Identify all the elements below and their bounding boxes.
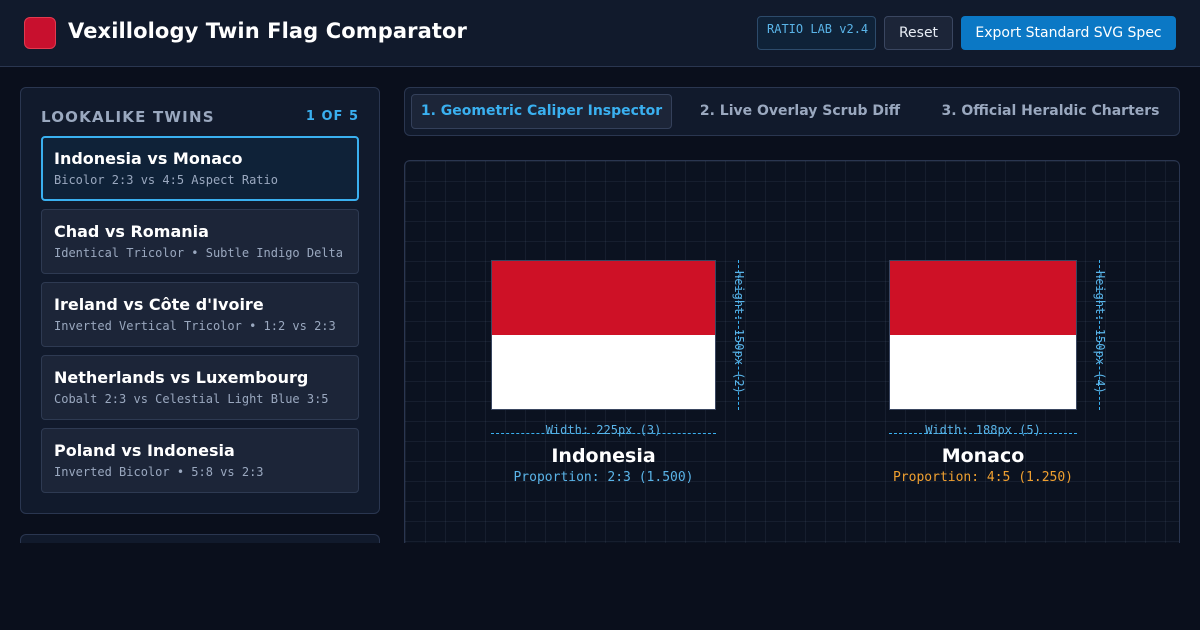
view-tabs: 1. Geometric Caliper Inspector 2. Live O…	[404, 87, 1180, 136]
flag-monaco	[889, 260, 1077, 410]
version-badge: RATIO LAB v2.4	[757, 16, 876, 50]
twin-counter: 1 OF 5	[305, 109, 359, 124]
twin-item-poland-indonesia[interactable]: Poland vs Indonesia Inverted Bicolor • 5…	[41, 428, 359, 493]
twin-item-chad-romania[interactable]: Chad vs Romania Identical Tricolor • Sub…	[41, 209, 359, 274]
twin-title: Netherlands vs Luxembourg	[54, 368, 309, 387]
height-caliper-label: Height: 150px (4)	[1093, 271, 1107, 394]
flag-indonesia	[491, 260, 716, 410]
reset-button[interactable]: Reset	[884, 16, 953, 50]
twin-title: Ireland vs Côte d'Ivoire	[54, 295, 264, 314]
twin-subtitle: Identical Tricolor • Subtle Indigo Delta	[54, 246, 343, 260]
flag-stripe-red	[890, 261, 1076, 335]
tab-geometric-caliper-inspector[interactable]: 1. Geometric Caliper Inspector	[411, 94, 672, 129]
twin-subtitle: Bicolor 2:3 vs 4:5 Aspect Ratio	[54, 173, 278, 187]
export-svg-spec-button[interactable]: Export Standard SVG Spec	[961, 16, 1176, 50]
flag-name: Indonesia	[551, 445, 656, 467]
tab-official-heraldic-charters[interactable]: 3. Official Heraldic Charters	[928, 94, 1173, 129]
top-bar: Vexillology Twin Flag Comparator RATIO L…	[0, 0, 1200, 67]
app-title: Vexillology Twin Flag Comparator	[68, 19, 467, 43]
secondary-panel	[20, 534, 380, 543]
twin-title: Chad vs Romania	[54, 222, 209, 241]
flag-stripe-red	[492, 261, 715, 335]
twin-subtitle: Cobalt 2:3 vs Celestial Light Blue 3:5	[54, 392, 329, 406]
twin-title: Poland vs Indonesia	[54, 441, 235, 460]
flag-proportion: Proportion: 4:5 (1.250)	[892, 470, 1073, 485]
twin-subtitle: Inverted Bicolor • 5:8 vs 2:3	[54, 465, 264, 479]
twin-subtitle: Inverted Vertical Tricolor • 1:2 vs 2:3	[54, 319, 336, 333]
caliper-inspector-stage: Height: 150px (2) Width: 225px (3) Indon…	[404, 160, 1180, 543]
flag-stripe-white	[890, 335, 1076, 409]
height-caliper-label: Height: 150px (2)	[732, 271, 746, 394]
tab-live-overlay-scrub-diff[interactable]: 2. Live Overlay Scrub Diff	[687, 94, 913, 129]
width-caliper-label: Width: 188px (5)	[925, 423, 1041, 437]
red-flag-square-icon	[24, 17, 56, 49]
flag-stripe-white	[492, 335, 715, 409]
flag-proportion: Proportion: 2:3 (1.500)	[513, 470, 694, 485]
twin-item-netherlands-luxembourg[interactable]: Netherlands vs Luxembourg Cobalt 2:3 vs …	[41, 355, 359, 420]
twin-title: Indonesia vs Monaco	[54, 149, 243, 168]
flag-name: Monaco	[941, 445, 1025, 467]
width-caliper-label: Width: 225px (3)	[545, 423, 662, 437]
lookalike-twins-panel: LOOKALIKE TWINS 1 OF 5 Indonesia vs Mona…	[20, 87, 380, 514]
twin-item-indonesia-monaco[interactable]: Indonesia vs Monaco Bicolor 2:3 vs 4:5 A…	[41, 136, 359, 201]
twin-item-ireland-cote-divoire[interactable]: Ireland vs Côte d'Ivoire Inverted Vertic…	[41, 282, 359, 347]
sidebar-heading: LOOKALIKE TWINS	[41, 108, 215, 126]
